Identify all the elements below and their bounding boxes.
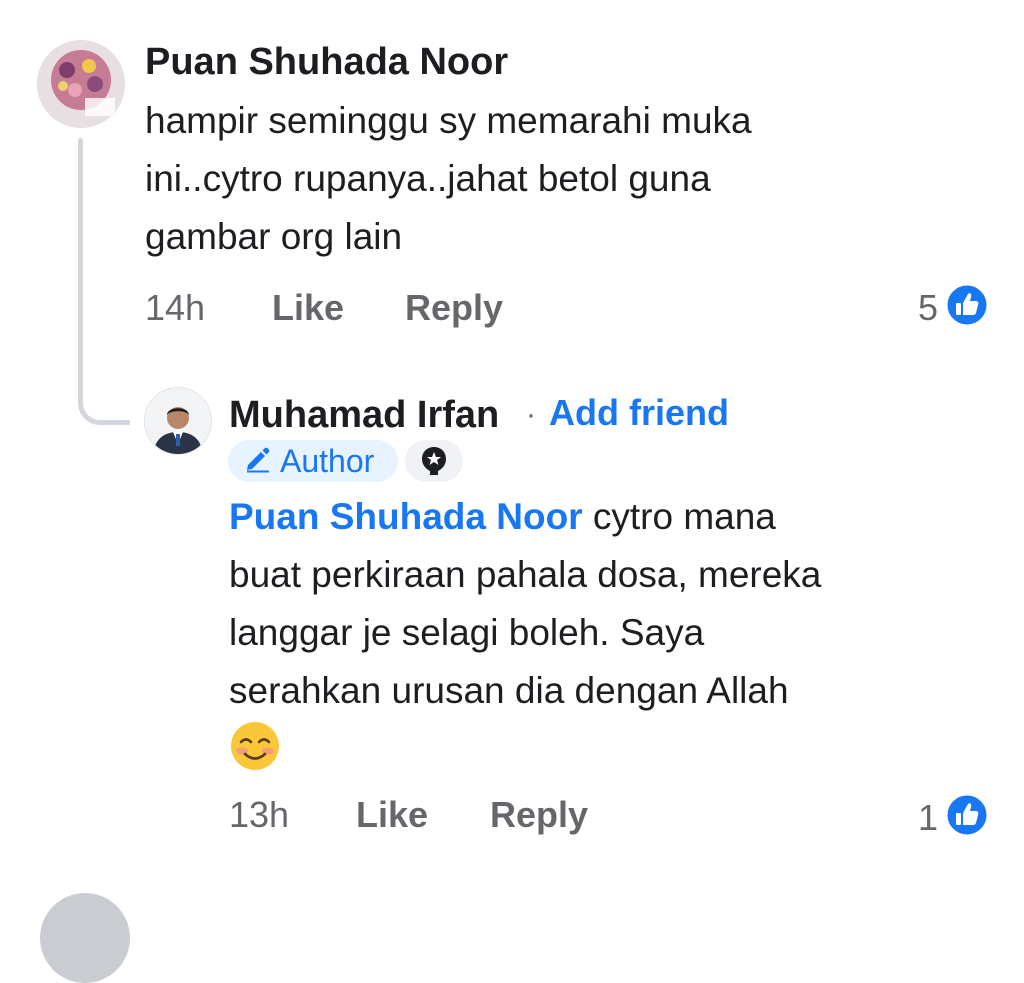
badge-icon[interactable] [405, 440, 463, 482]
author-badge-label: Author [280, 443, 375, 479]
comment-timestamp[interactable]: 14h [145, 288, 205, 328]
reply-line: buat perkiraan pahala dosa, mereka [229, 554, 822, 595]
comment-author[interactable]: Puan Shuhada Noor [145, 40, 508, 84]
add-friend-link[interactable]: Add friend [549, 391, 729, 435]
like-button[interactable]: Like [356, 795, 428, 835]
avatar[interactable] [37, 40, 125, 128]
reply-button[interactable]: Reply [490, 795, 588, 835]
reply-line: Puan Shuhada Noor cytro mana [229, 488, 989, 546]
like-reaction-icon [944, 282, 990, 333]
like-reaction-icon [944, 792, 990, 843]
reaction-count: 5 [917, 286, 938, 328]
comment-line: hampir seminggu sy memarahi muka [145, 100, 752, 141]
comment-line: ini..cytro rupanya..jahat betol guna [145, 158, 711, 199]
reply-timestamp[interactable]: 13h [229, 795, 289, 835]
reaction-summary[interactable]: 1 [918, 792, 990, 843]
reply-line-text: cytro mana [582, 496, 776, 537]
comment-body: hampir seminggu sy memarahi muka ini..cy… [145, 92, 945, 266]
comment-line: gambar org lain [145, 216, 403, 257]
mention-link[interactable]: Puan Shuhada Noor [229, 496, 583, 537]
separator-dot: · [526, 398, 536, 431]
pencil-icon [244, 445, 272, 478]
reply-line: serahkan urusan dia dengan Allah [229, 670, 789, 711]
reply-line: langgar je selagi boleh. Saya [229, 612, 705, 653]
reaction-count: 1 [917, 796, 938, 838]
reply-body: Puan Shuhada Noor cytro mana buat perkir… [229, 488, 989, 720]
thread-connector [78, 350, 130, 425]
reply-author[interactable]: Muhamad Irfan [229, 393, 499, 437]
reply-button[interactable]: Reply [405, 288, 503, 328]
smiling-face-emoji-icon [229, 720, 281, 772]
reaction-summary[interactable]: 5 [918, 282, 990, 333]
avatar[interactable] [40, 893, 130, 983]
avatar[interactable] [144, 387, 212, 455]
like-button[interactable]: Like [272, 288, 344, 328]
author-badge: Author [228, 440, 398, 482]
